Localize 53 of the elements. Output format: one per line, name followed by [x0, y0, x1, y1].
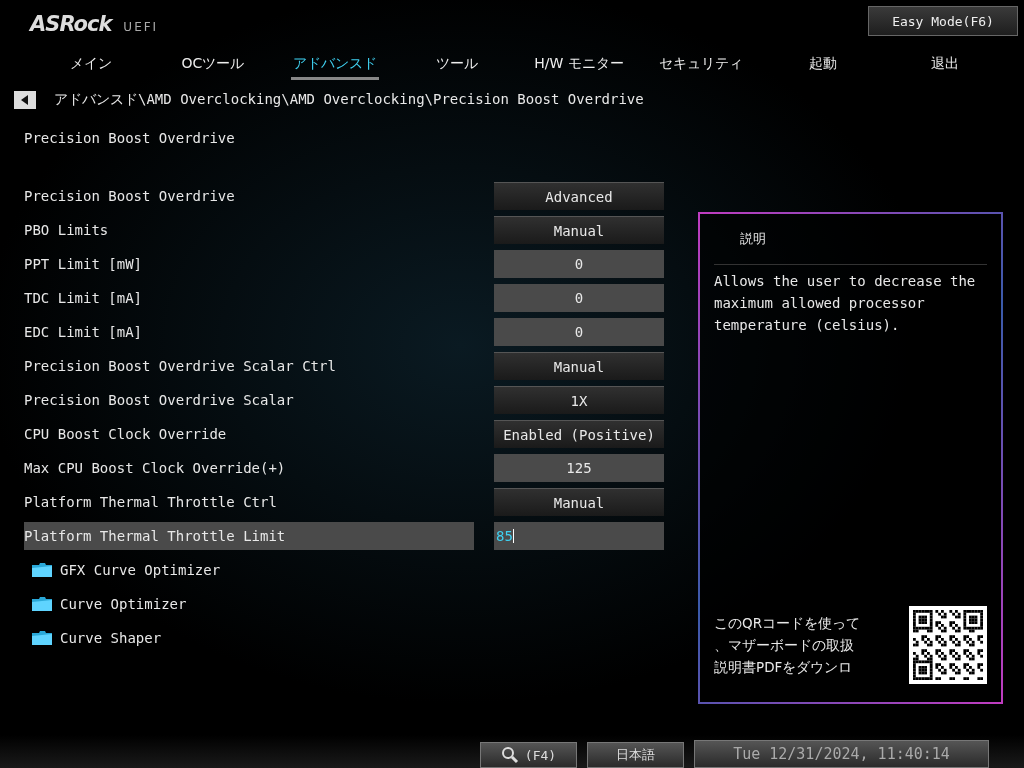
option-button[interactable]: Advanced [494, 182, 664, 210]
submenu-link[interactable]: Curve Optimizer [60, 596, 187, 612]
submenu-link[interactable]: Curve Shaper [60, 630, 162, 646]
value-field[interactable]: 0 [494, 318, 664, 346]
search-icon [500, 746, 519, 764]
qr-caption-line: 、マザーボードの取扱 [714, 636, 855, 655]
menu-tab[interactable]: 起動 [807, 50, 839, 80]
setting-label[interactable]: Platform Thermal Throttle Ctrl [24, 488, 474, 516]
setting-label[interactable]: Precision Boost Overdrive [24, 182, 474, 210]
setting-label[interactable]: Max CPU Boost Clock Override(+) [24, 454, 474, 482]
brand-logo: ASRock [30, 12, 112, 36]
folder-icon [32, 563, 52, 577]
option-button[interactable]: Manual [494, 352, 664, 380]
language-button[interactable]: 日本語 [587, 742, 684, 768]
value-field[interactable]: 125 [494, 454, 664, 482]
option-button[interactable]: Manual [494, 216, 664, 244]
setting-label[interactable]: Precision Boost Overdrive Scalar [24, 386, 474, 414]
setting-label[interactable]: EDC Limit [mA] [24, 318, 474, 346]
value-field[interactable]: 85 [494, 522, 664, 550]
folder-icon [32, 597, 52, 611]
value-field[interactable]: 0 [494, 284, 664, 312]
easy-mode-button[interactable]: Easy Mode(F6) [868, 6, 1018, 36]
setting-label[interactable]: Precision Boost Overdrive Scalar Ctrl [24, 352, 474, 380]
left-arrow-icon [20, 95, 30, 105]
menu-tab[interactable]: OCツール [179, 50, 247, 80]
setting-label[interactable]: TDC Limit [mA] [24, 284, 474, 312]
option-button[interactable]: Manual [494, 488, 664, 516]
option-button[interactable]: 1X [494, 386, 664, 414]
breadcrumb-path: アドバンスド\AMD Overclocking\AMD Overclocking\Precision Boost Overdrive [54, 91, 644, 109]
help-title: 説明 [714, 214, 987, 265]
menu-tab[interactable]: メイン [68, 50, 114, 80]
submenu-link[interactable]: GFX Curve Optimizer [60, 562, 221, 578]
section-title: Precision Boost Overdrive [24, 129, 236, 148]
setting-label[interactable]: Platform Thermal Throttle Limit [24, 522, 474, 550]
menu-tab[interactable]: アドバンスド [291, 50, 379, 80]
setting-label[interactable]: CPU Boost Clock Override [24, 420, 474, 448]
setting-label[interactable]: PBO Limits [24, 216, 474, 244]
value-field[interactable]: 0 [494, 250, 664, 278]
qr-caption-line: 説明書PDFをダウンロ [714, 658, 854, 677]
qr-code-icon [909, 606, 987, 684]
help-description: Allows the user to decrease the maximum allowed processor temperature (celsius). [714, 272, 977, 335]
menu-tab[interactable]: 退出 [929, 50, 961, 80]
setting-label[interactable]: PPT Limit [mW] [24, 250, 474, 278]
menu-tab[interactable]: H/W モニター [532, 50, 626, 80]
menu-tab[interactable]: ツール [434, 50, 480, 80]
search-button[interactable]: (F4) [480, 742, 577, 768]
qr-caption-line: このQRコードを使って [714, 614, 860, 633]
option-button[interactable]: Enabled (Positive) [494, 420, 664, 448]
menu-tab[interactable]: セキュリティ [657, 50, 745, 80]
back-button[interactable] [14, 91, 36, 109]
date-time: Tue 12/31/2024, 11:40:14 [694, 740, 989, 768]
logo-subtitle: UEFI [123, 20, 159, 34]
folder-icon [32, 631, 52, 645]
